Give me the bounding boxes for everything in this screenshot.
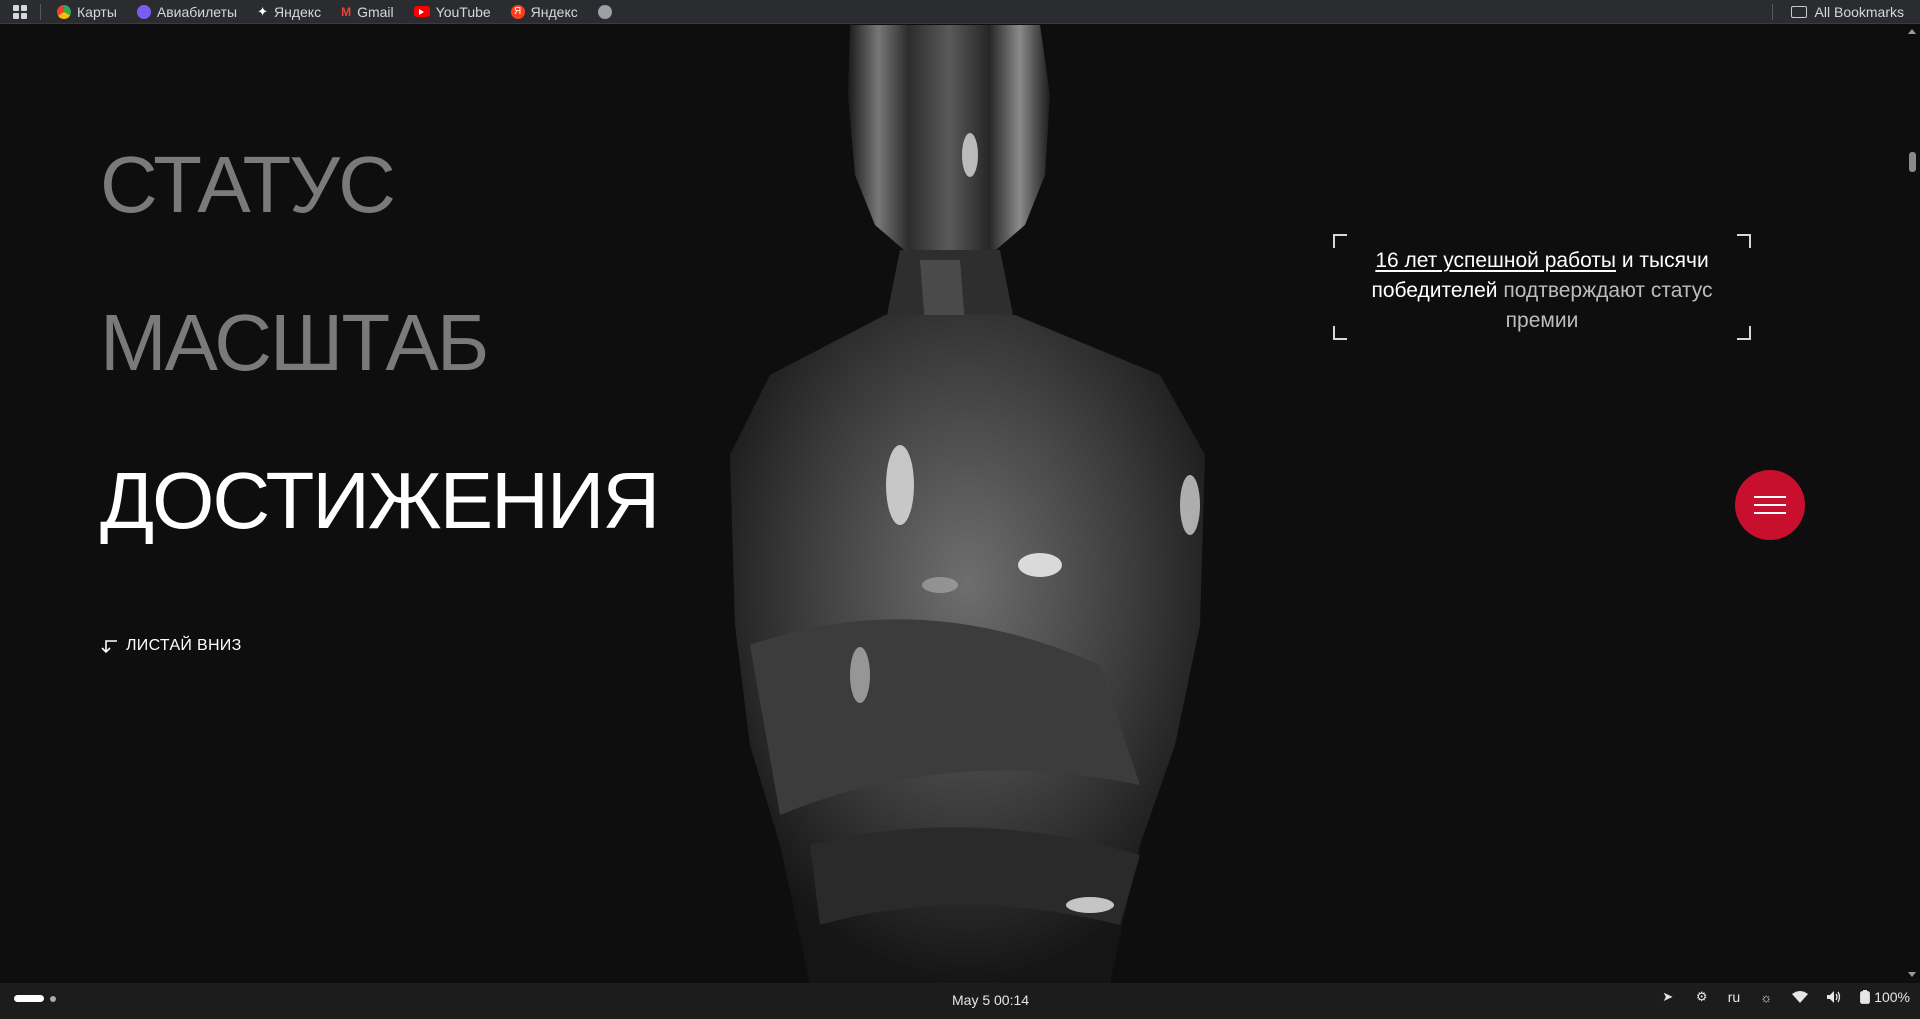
scroll-up-arrow-icon[interactable] [1908,29,1916,34]
bracket-corner [1333,326,1347,340]
os-taskbar: May 5 00:14 ➤ ⚙ ru ☼ 100% [0,983,1920,1019]
page-viewport: СТАТУС МАСШТАБ ДОСТИЖЕНИЯ ЛИСТАЙ ВНИЗ 16… [0,25,1904,983]
statue-illustration [730,25,1205,983]
bookmark-aviasales[interactable]: Авиабилеты [136,3,238,20]
caption-underlined-text: 16 лет успешной работы [1375,249,1617,272]
bookmarks-separator [1771,3,1773,20]
headline-word-scale: МАСШТАБ [100,298,489,387]
page-scrollbar[interactable] [1904,25,1920,983]
active-workspace-pill [14,995,44,1002]
wifi-icon[interactable] [1792,989,1809,1005]
scroll-down-hint[interactable]: ЛИСТАЙ ВНИЗ [100,637,242,655]
globe-icon [597,4,612,19]
apps-grid-icon[interactable] [0,0,40,24]
caption-text: и тысячи [1616,249,1709,272]
scroll-down-arrow-icon[interactable] [1908,972,1916,977]
caption-muted-text: подтверждают статус премии [1497,279,1713,332]
bookmark-label: Яндекс [274,3,322,20]
hamburger-icon-line [1754,512,1786,514]
bookmark-label: YouTube [435,3,491,20]
bracket-corner [1737,326,1751,340]
workspace-indicator[interactable] [14,995,56,1002]
hamburger-icon-line [1754,496,1786,498]
bookmarks-bar: Карты Авиабилеты ✦ Яндекс M Gmail YouTub… [0,0,1920,24]
folder-icon [1790,5,1807,18]
yandex-sparkle-icon: ✦ [257,3,268,19]
bookmark-gmail[interactable]: M Gmail [341,4,394,20]
maps-pin-icon [57,4,71,19]
bookmark-label: Карты [77,3,117,20]
caption-highlight-text: победителей [1371,279,1498,302]
bookmark-globe[interactable] [597,4,612,19]
youtube-icon [413,6,430,17]
scroll-hint-label: ЛИСТАЙ ВНИЗ [126,637,242,654]
settings-gear-icon[interactable]: ⚙ [1694,989,1710,1005]
battery-percent: 100% [1874,989,1910,1005]
gmail-icon: M [341,4,352,19]
aviasales-icon [136,4,151,19]
scrollbar-thumb[interactable] [1909,152,1916,172]
bracket-corner [1737,234,1751,248]
taskbar-clock[interactable]: May 5 00:14 [952,992,1029,1008]
bookmark-yandex-sparkle[interactable]: ✦ Яндекс [257,4,321,20]
bookmarks-separator [40,3,41,20]
yandex-icon: Я [510,4,525,19]
battery-icon [1860,990,1871,1004]
hamburger-icon-line [1754,504,1786,506]
telegram-icon[interactable]: ➤ [1660,989,1676,1005]
arrow-down-left-icon [101,640,117,654]
bookmark-youtube[interactable]: YouTube [413,3,491,20]
workspace-dot [50,995,56,1002]
menu-button[interactable] [1735,470,1805,540]
all-bookmarks-button[interactable]: All Bookmarks [1815,4,1904,20]
bookmark-label: Яндекс [530,3,578,20]
bookmark-maps[interactable]: Карты [57,4,117,20]
bracket-corner [1333,234,1347,248]
headline-word-status: СТАТУС [100,140,396,229]
headline-word-achievements: ДОСТИЖЕНИЯ [100,456,660,545]
bracketed-caption: 16 лет успешной работы и тысячи победите… [1333,234,1751,340]
battery-indicator[interactable]: 100% [1860,989,1910,1005]
bookmark-yandex[interactable]: Я Яндекс [510,3,578,20]
bookmark-label: Авиабилеты [156,3,238,20]
keyboard-language[interactable]: ru [1728,989,1740,1005]
brightness-icon[interactable]: ☼ [1758,989,1774,1005]
bookmark-label: Gmail [357,3,394,20]
volume-icon[interactable] [1826,989,1842,1005]
